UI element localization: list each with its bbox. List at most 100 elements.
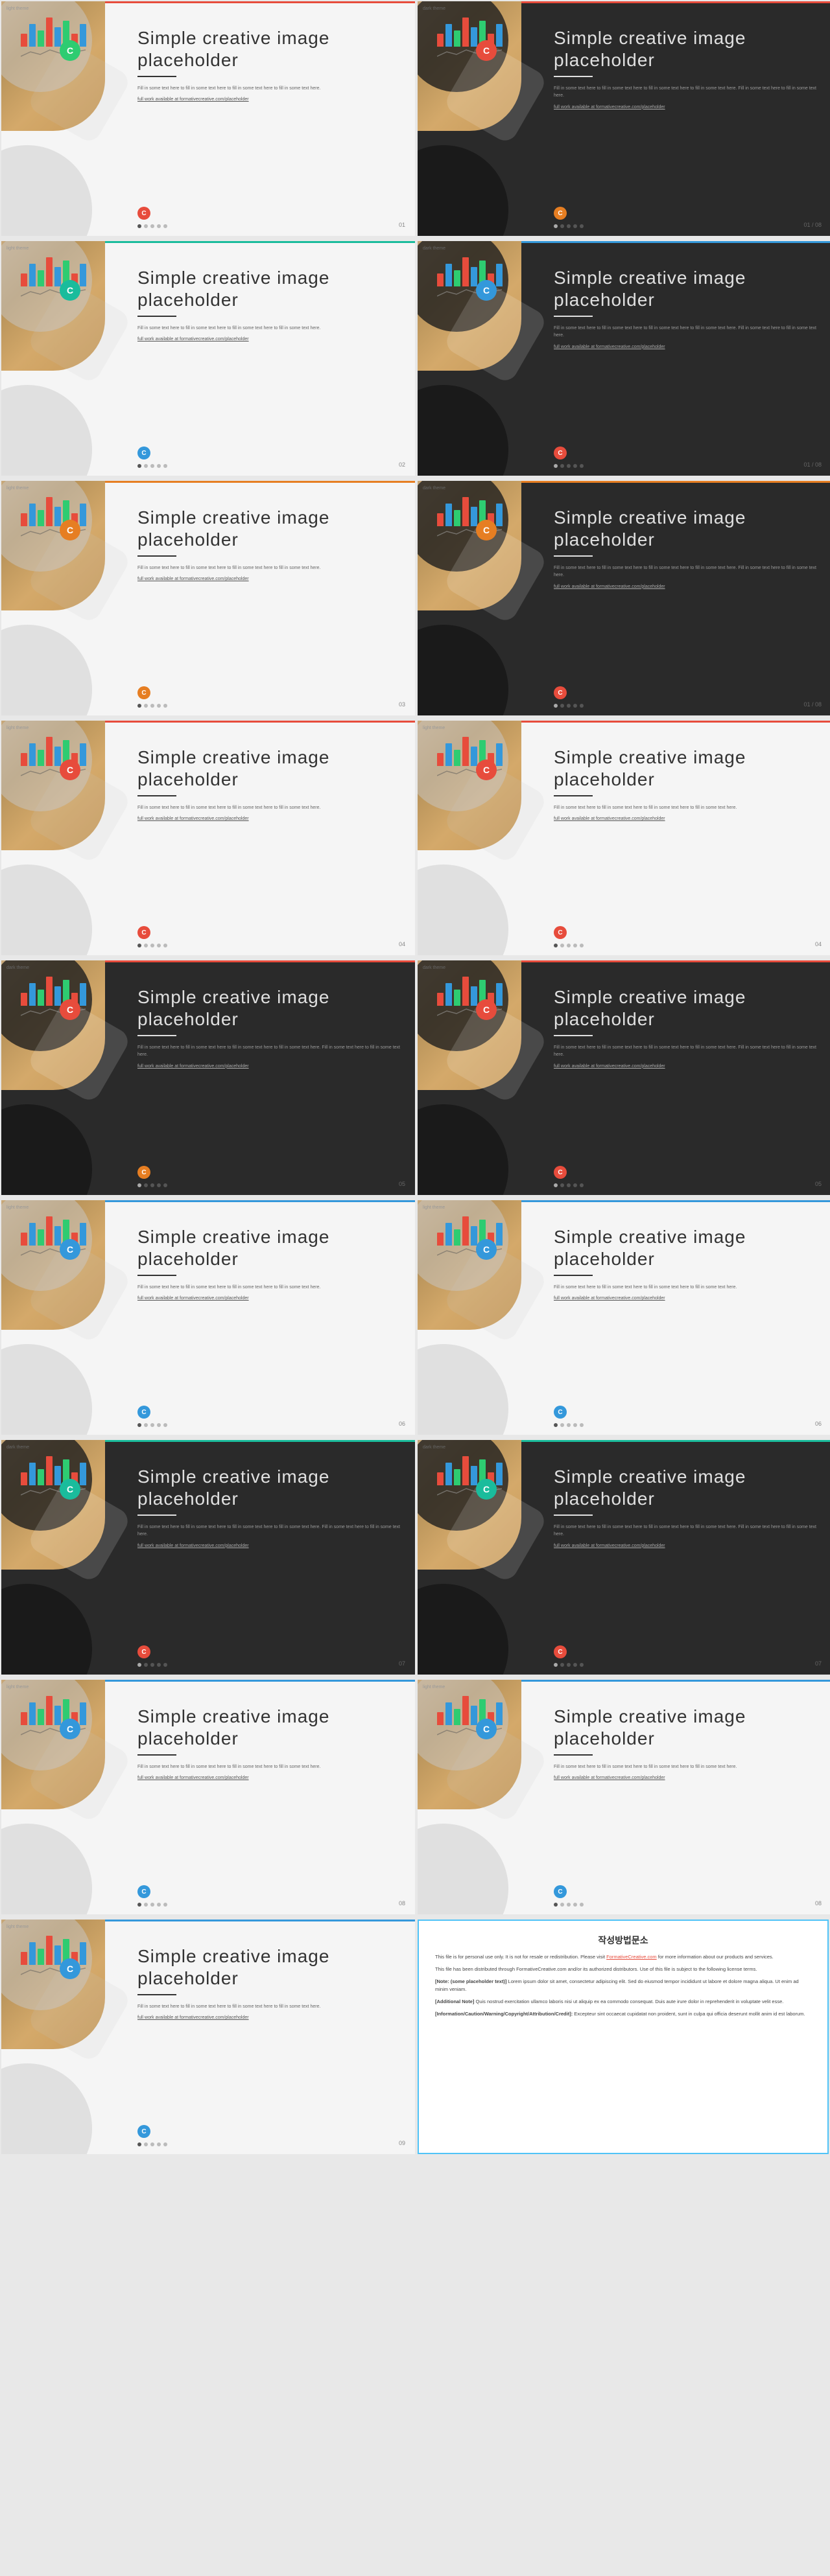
nav-dot-4[interactable] (163, 1903, 167, 1907)
nav-dot-3[interactable] (573, 1423, 577, 1427)
nav-dot-2[interactable] (150, 464, 154, 468)
nav-dot-2[interactable] (567, 464, 571, 468)
nav-dot-3[interactable] (157, 224, 161, 228)
nav-dot-3[interactable] (573, 1183, 577, 1187)
nav-dot-2[interactable] (567, 704, 571, 708)
nav-dot-4[interactable] (580, 1903, 584, 1907)
slide-link[interactable]: full work available at formativecreative… (137, 1776, 402, 1780)
nav-dot-2[interactable] (150, 224, 154, 228)
nav-dot-1[interactable] (560, 224, 564, 228)
slide-link[interactable]: full work available at formativecreative… (137, 817, 402, 821)
nav-dot-1[interactable] (144, 464, 148, 468)
slide-link[interactable]: full work available at formativecreative… (137, 1296, 402, 1301)
nav-dot-1[interactable] (144, 704, 148, 708)
nav-dot-3[interactable] (157, 1423, 161, 1427)
nav-dot-0[interactable] (554, 1663, 558, 1667)
nav-dot-4[interactable] (580, 1663, 584, 1667)
nav-dot-0[interactable] (554, 224, 558, 228)
nav-dot-0[interactable] (137, 464, 141, 468)
nav-dot-4[interactable] (163, 1423, 167, 1427)
slide-link[interactable]: full work available at formativecreative… (137, 337, 402, 342)
nav-dot-4[interactable] (580, 1423, 584, 1427)
nav-dot-1[interactable] (144, 1903, 148, 1907)
nav-dot-3[interactable] (573, 704, 577, 708)
slide-link[interactable]: full work available at formativecreative… (554, 585, 818, 589)
nav-dot-1[interactable] (560, 1663, 564, 1667)
nav-dot-3[interactable] (157, 1903, 161, 1907)
nav-dot-0[interactable] (137, 1183, 141, 1187)
slide-link[interactable]: full work available at formativecreative… (554, 1064, 818, 1069)
nav-dot-4[interactable] (163, 1663, 167, 1667)
nav-dot-4[interactable] (163, 224, 167, 228)
nav-dot-3[interactable] (157, 944, 161, 947)
nav-dot-3[interactable] (573, 1663, 577, 1667)
slide-link[interactable]: full work available at formativecreative… (137, 577, 402, 581)
nav-dot-3[interactable] (157, 464, 161, 468)
nav-dot-4[interactable] (163, 2142, 167, 2146)
nav-dot-3[interactable] (573, 464, 577, 468)
nav-dot-4[interactable] (163, 944, 167, 947)
nav-dot-4[interactable] (163, 464, 167, 468)
nav-dot-0[interactable] (554, 464, 558, 468)
nav-dot-0[interactable] (137, 224, 141, 228)
nav-dot-4[interactable] (580, 944, 584, 947)
nav-dot-0[interactable] (137, 1423, 141, 1427)
nav-dot-0[interactable] (137, 2142, 141, 2146)
nav-dot-0[interactable] (554, 1183, 558, 1187)
nav-dot-0[interactable] (554, 704, 558, 708)
nav-dot-1[interactable] (144, 1663, 148, 1667)
nav-dot-2[interactable] (150, 2142, 154, 2146)
nav-dot-2[interactable] (150, 1903, 154, 1907)
nav-dot-0[interactable] (137, 1663, 141, 1667)
nav-dot-3[interactable] (573, 944, 577, 947)
nav-dot-2[interactable] (150, 1663, 154, 1667)
slide-link[interactable]: full work available at formativecreative… (137, 97, 402, 102)
nav-dot-2[interactable] (567, 1663, 571, 1667)
nav-dot-3[interactable] (573, 224, 577, 228)
nav-dot-4[interactable] (163, 704, 167, 708)
nav-dot-0[interactable] (137, 944, 141, 947)
nav-dot-2[interactable] (150, 944, 154, 947)
nav-dot-2[interactable] (567, 1183, 571, 1187)
nav-dot-4[interactable] (580, 224, 584, 228)
nav-dot-4[interactable] (580, 704, 584, 708)
nav-dot-2[interactable] (150, 1183, 154, 1187)
nav-dot-1[interactable] (144, 1183, 148, 1187)
nav-dot-0[interactable] (137, 704, 141, 708)
nav-dot-2[interactable] (567, 1423, 571, 1427)
slide-link[interactable]: full work available at formativecreative… (554, 1544, 818, 1548)
nav-dot-3[interactable] (157, 1663, 161, 1667)
slide-link[interactable]: full work available at formativecreative… (137, 2015, 402, 2020)
nav-dot-4[interactable] (163, 1183, 167, 1187)
nav-dot-1[interactable] (144, 1423, 148, 1427)
nav-dot-2[interactable] (150, 704, 154, 708)
nav-dot-1[interactable] (144, 224, 148, 228)
nav-dot-4[interactable] (580, 1183, 584, 1187)
nav-dot-1[interactable] (560, 1183, 564, 1187)
slide-link[interactable]: full work available at formativecreative… (554, 817, 818, 821)
nav-dot-1[interactable] (560, 464, 564, 468)
slide-link[interactable]: full work available at formativecreative… (137, 1544, 402, 1548)
slide-link[interactable]: full work available at formativecreative… (554, 345, 818, 349)
slide-link[interactable]: full work available at formativecreative… (137, 1064, 402, 1069)
nav-dot-3[interactable] (157, 2142, 161, 2146)
nav-dot-2[interactable] (567, 224, 571, 228)
nav-dot-1[interactable] (560, 1423, 564, 1427)
nav-dot-0[interactable] (554, 944, 558, 947)
nav-dot-2[interactable] (150, 1423, 154, 1427)
nav-dot-3[interactable] (573, 1903, 577, 1907)
slide-link[interactable]: full work available at formativecreative… (554, 1296, 818, 1301)
slide-link[interactable]: full work available at formativecreative… (554, 105, 818, 110)
nav-dot-1[interactable] (560, 944, 564, 947)
nav-dot-3[interactable] (157, 704, 161, 708)
nav-dot-2[interactable] (567, 944, 571, 947)
nav-dot-0[interactable] (554, 1423, 558, 1427)
nav-dot-0[interactable] (137, 1903, 141, 1907)
nav-dot-4[interactable] (580, 464, 584, 468)
nav-dot-0[interactable] (554, 1903, 558, 1907)
nav-dot-1[interactable] (144, 2142, 148, 2146)
nav-dot-1[interactable] (560, 704, 564, 708)
nav-dot-2[interactable] (567, 1903, 571, 1907)
nav-dot-3[interactable] (157, 1183, 161, 1187)
slide-link[interactable]: full work available at formativecreative… (554, 1776, 818, 1780)
